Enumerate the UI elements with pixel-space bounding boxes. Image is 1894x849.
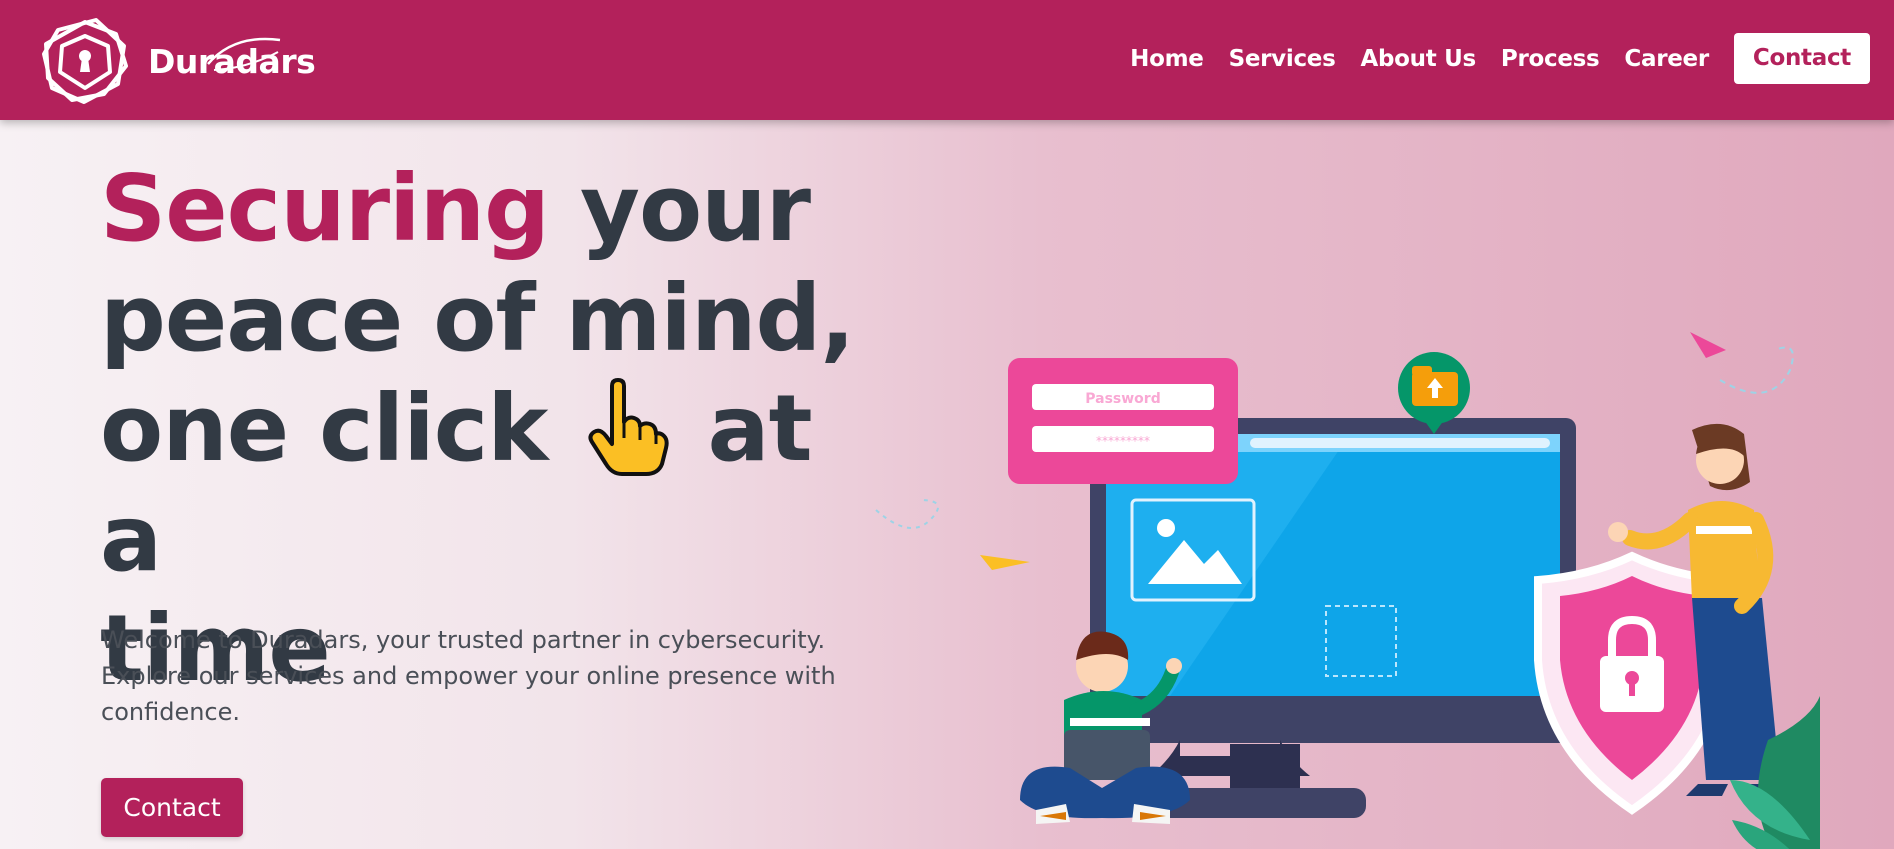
security-illustration: Password *********	[875, 332, 1820, 849]
hero-section: Securing your peace of mind, one click a…	[0, 120, 1894, 849]
nav-services[interactable]: Services	[1229, 46, 1336, 72]
logo[interactable]: Duradars	[38, 16, 316, 106]
nav-about-us[interactable]: About Us	[1360, 46, 1476, 72]
pointing-hand-icon	[588, 378, 670, 476]
swoosh-icon	[207, 37, 281, 71]
main-nav: Home Services About Us Process Career Co…	[1105, 33, 1870, 84]
hero-title-accent: Securing	[100, 155, 550, 262]
hero-title-line2: peace of mind,	[100, 265, 855, 372]
nav-home[interactable]: Home	[1130, 46, 1204, 72]
hero-contact-button[interactable]: Contact	[101, 778, 243, 837]
password-label: Password	[1085, 391, 1160, 407]
nav-career[interactable]: Career	[1624, 46, 1709, 72]
password-mask: *********	[1096, 434, 1150, 448]
brand-name: Duradars	[148, 37, 316, 81]
hero-title-line1: your	[548, 155, 811, 262]
nav-process[interactable]: Process	[1501, 46, 1600, 72]
hero-description: Welcome to Duradars, your trusted partne…	[101, 626, 836, 726]
site-header: Duradars Home Services About Us Process …	[0, 0, 1894, 120]
nav-contact-button[interactable]: Contact	[1733, 33, 1870, 84]
shield-keyhole-icon	[42, 18, 128, 104]
hero-title-line3-start: one click	[100, 375, 548, 482]
